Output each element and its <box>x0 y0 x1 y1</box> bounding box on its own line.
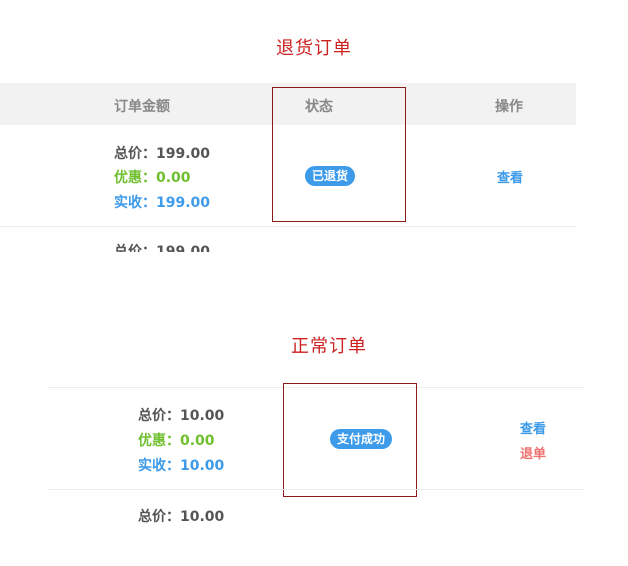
next-order-total: 总价：199.00 <box>114 244 211 252</box>
view-order-link[interactable]: 查看 <box>520 418 546 437</box>
returned-orders-title: 退货订单 <box>276 38 352 59</box>
returned-order-received: 实收：199.00 <box>114 195 211 211</box>
view-order-link[interactable]: 查看 <box>497 167 523 186</box>
status-highlight-box <box>272 87 406 222</box>
normal-order-discount: 优惠：0.00 <box>138 433 215 449</box>
status-highlight-box <box>283 383 417 497</box>
normal-orders-title: 正常订单 <box>291 336 367 357</box>
header-action: 操作 <box>495 99 523 115</box>
returned-order-discount: 优惠：0.00 <box>114 170 191 186</box>
refund-order-link[interactable]: 退单 <box>520 443 546 462</box>
normal-order-total: 总价：10.00 <box>138 408 225 424</box>
normal-next-order-row: 总价：10.00 <box>48 490 584 530</box>
next-order-total: 总价：10.00 <box>138 509 225 525</box>
returned-next-order-row: 总价：199.00 <box>0 227 576 252</box>
returned-order-total: 总价：199.00 <box>114 146 211 162</box>
header-order-amount: 订单金额 <box>114 99 170 115</box>
normal-order-received: 实收：10.00 <box>138 458 225 474</box>
